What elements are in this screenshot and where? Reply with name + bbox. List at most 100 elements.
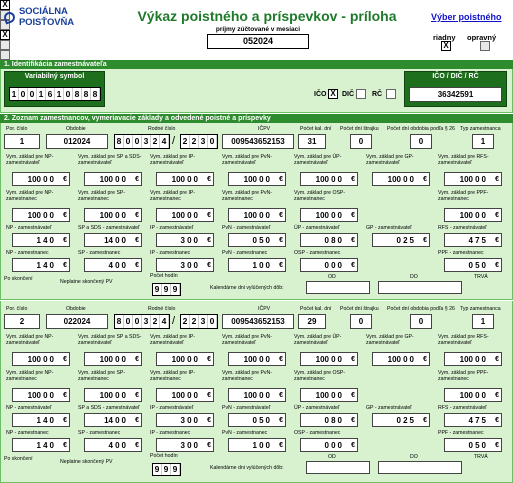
ip_zec-input[interactable]: 3 00 € <box>156 258 214 272</box>
up_zel-input[interactable]: 0 80 € <box>300 233 358 247</box>
vz_np_zel-input[interactable]: 100 00 € <box>12 352 70 366</box>
np_zel-input[interactable]: 1 40 € <box>12 413 70 427</box>
vz_ip_zec-input[interactable]: 100 00 € <box>156 208 214 222</box>
euro-sign: € <box>351 237 355 244</box>
vz_sp_zec-input[interactable]: 100 00 € <box>84 208 142 222</box>
vz_up_zel-input[interactable]: 100 00 € <box>300 172 358 186</box>
vz_osp_zec-input[interactable]: 100 00 € <box>300 208 358 222</box>
vz_sp_sds-input[interactable]: 100 00 € <box>84 352 142 366</box>
vz_rfs_zel-input[interactable]: 100 00 € <box>444 352 502 366</box>
ico-checkbox[interactable]: X <box>328 89 338 99</box>
strajk-input[interactable]: 0 <box>350 134 372 149</box>
icpv-input[interactable]: 009543652153 <box>222 314 294 329</box>
vz_pvn_zel-input[interactable]: 100 00 € <box>228 352 286 366</box>
osp_zec-input[interactable]: 0 00 € <box>300 438 358 452</box>
typ-zamestnanca-input[interactable]: 1 <box>472 134 494 149</box>
vz_sp_sds-input[interactable]: 100 00 € <box>84 172 142 186</box>
vz_rfs_zel-input[interactable]: 100 00 € <box>444 172 502 186</box>
rodne-cislo-input[interactable]: 800324 <box>114 134 170 149</box>
euro-sign: € <box>135 262 139 269</box>
dic-checkbox[interactable] <box>356 89 366 99</box>
kal-dni-input[interactable]: 29 <box>298 314 326 329</box>
vz_ip_zec-input[interactable]: 100 00 € <box>156 388 214 402</box>
typ-zamestnanca-input[interactable]: 1 <box>472 314 494 329</box>
sp_sds_zel-input[interactable]: 14 00 € <box>84 413 142 427</box>
vyber-poistneho-link[interactable]: Výber poistného <box>431 12 502 22</box>
rodne-cislo-suffix-input[interactable]: 2230 <box>180 314 218 329</box>
sp_zec-input[interactable]: 4 00 € <box>84 438 142 452</box>
sp_zec-input[interactable]: 4 00 € <box>84 258 142 272</box>
np_zel-input[interactable]: 1 40 € <box>12 233 70 247</box>
opravny-checkbox[interactable] <box>480 41 490 51</box>
rodne-cislo-suffix-input[interactable]: 2230 <box>180 134 218 149</box>
radny-checkbox[interactable]: X <box>441 41 451 51</box>
ip_zel-input[interactable]: 3 00 € <box>156 233 214 247</box>
vz_pvn_zec-input[interactable]: 100 00 € <box>228 208 286 222</box>
sp_sds_zel-input[interactable]: 14 00 € <box>84 233 142 247</box>
vz_gp_zel-input[interactable]: 100 00 € <box>372 352 430 366</box>
po-skonceni-checkbox[interactable]: X <box>0 30 10 40</box>
vz_rfs_zel-input-decimals: 00 <box>475 175 488 184</box>
neplatne-checkbox[interactable] <box>0 40 10 50</box>
id-value-input[interactable]: 36342591 <box>409 87 502 102</box>
icpv-input[interactable]: 009543652153 <box>222 134 294 149</box>
vz_ppf_zec-input[interactable]: 100 00 € <box>444 208 502 222</box>
pocet-hodin-input[interactable]: 999 <box>152 283 181 296</box>
kal-dni-input[interactable]: 31 <box>298 134 326 149</box>
pocet-hodin-input[interactable]: 999 <box>152 463 181 476</box>
rc-slash: / <box>172 135 176 147</box>
pvn_zel-input[interactable]: 0 50 € <box>228 233 286 247</box>
vz_ppf_zec-input[interactable]: 100 00 € <box>444 388 502 402</box>
rodne-cislo-input[interactable]: 800324 <box>114 314 170 329</box>
ip_zel-input[interactable]: 3 00 € <box>156 413 214 427</box>
variable-symbol-input[interactable]: 1001610888 <box>9 87 101 101</box>
osp_zec-input[interactable]: 0 00 € <box>300 258 358 272</box>
obdobie-input[interactable]: 012024 <box>46 134 108 149</box>
pvn_zel-input[interactable]: 0 50 € <box>228 413 286 427</box>
vz_np_zec-input[interactable]: 100 00 € <box>12 208 70 222</box>
np_zec-input[interactable]: 1 40 € <box>12 258 70 272</box>
od-input[interactable] <box>306 461 370 474</box>
np_zec-input[interactable]: 1 40 € <box>12 438 70 452</box>
up_zel-input[interactable]: 0 80 € <box>300 413 358 427</box>
d26-input[interactable]: 0 <box>410 314 432 329</box>
vz_ppf_zec-input-integer: 100 <box>459 211 473 220</box>
pvn_zec-input[interactable]: 1 00 € <box>228 438 286 452</box>
vz_ip_zel-input[interactable]: 100 00 € <box>156 352 214 366</box>
vz_ppf_zec-label: Vym. základ pre PPF-zamestnanec <box>438 370 489 382</box>
vz_gp_zel-input-integer: 100 <box>387 175 401 184</box>
rfs_zel-input[interactable]: 4 75 € <box>444 413 502 427</box>
ppf_zec-input[interactable]: 0 50 € <box>444 438 502 452</box>
por-cislo-input[interactable]: 1 <box>4 134 40 149</box>
vz_sp_zec-input[interactable]: 100 00 € <box>84 388 142 402</box>
gp_zel-input[interactable]: 0 25 € <box>372 413 430 427</box>
gp_zel-input[interactable]: 0 25 € <box>372 233 430 247</box>
do-input[interactable] <box>378 461 462 474</box>
od-input[interactable] <box>306 281 370 294</box>
period-input[interactable]: 052024 <box>207 34 309 49</box>
euro-sign: € <box>423 176 427 183</box>
ppf_zec-input[interactable]: 0 50 € <box>444 258 502 272</box>
obdobie-input[interactable]: 022024 <box>46 314 108 329</box>
do-input[interactable] <box>378 281 462 294</box>
por-cislo-input[interactable]: 2 <box>4 314 40 329</box>
rfs_zel-input[interactable]: 4 75 € <box>444 233 502 247</box>
vz_gp_zel-input[interactable]: 100 00 € <box>372 172 430 186</box>
d26-input[interactable]: 0 <box>410 134 432 149</box>
trva-checkbox[interactable] <box>0 50 10 60</box>
vz_osp_zec-input[interactable]: 100 00 € <box>300 388 358 402</box>
vz_pvn_zec-input[interactable]: 100 00 € <box>228 388 286 402</box>
ip_zec-input[interactable]: 3 00 € <box>156 438 214 452</box>
vz_np_zel-input[interactable]: 100 00 € <box>12 172 70 186</box>
up_zel-label: ÚP - zamestnávateľ <box>294 225 340 231</box>
vz_np_zel-input-decimals: 00 <box>43 355 56 364</box>
vz_up_zel-input[interactable]: 100 00 € <box>300 352 358 366</box>
euro-sign: € <box>63 212 67 219</box>
rc-checkbox[interactable] <box>386 89 396 99</box>
vz_np_zec-input-integer: 100 <box>27 391 41 400</box>
vz_np_zec-input[interactable]: 100 00 € <box>12 388 70 402</box>
pvn_zec-input[interactable]: 1 00 € <box>228 258 286 272</box>
vz_ip_zel-input[interactable]: 100 00 € <box>156 172 214 186</box>
strajk-input[interactable]: 0 <box>350 314 372 329</box>
vz_pvn_zel-input[interactable]: 100 00 € <box>228 172 286 186</box>
